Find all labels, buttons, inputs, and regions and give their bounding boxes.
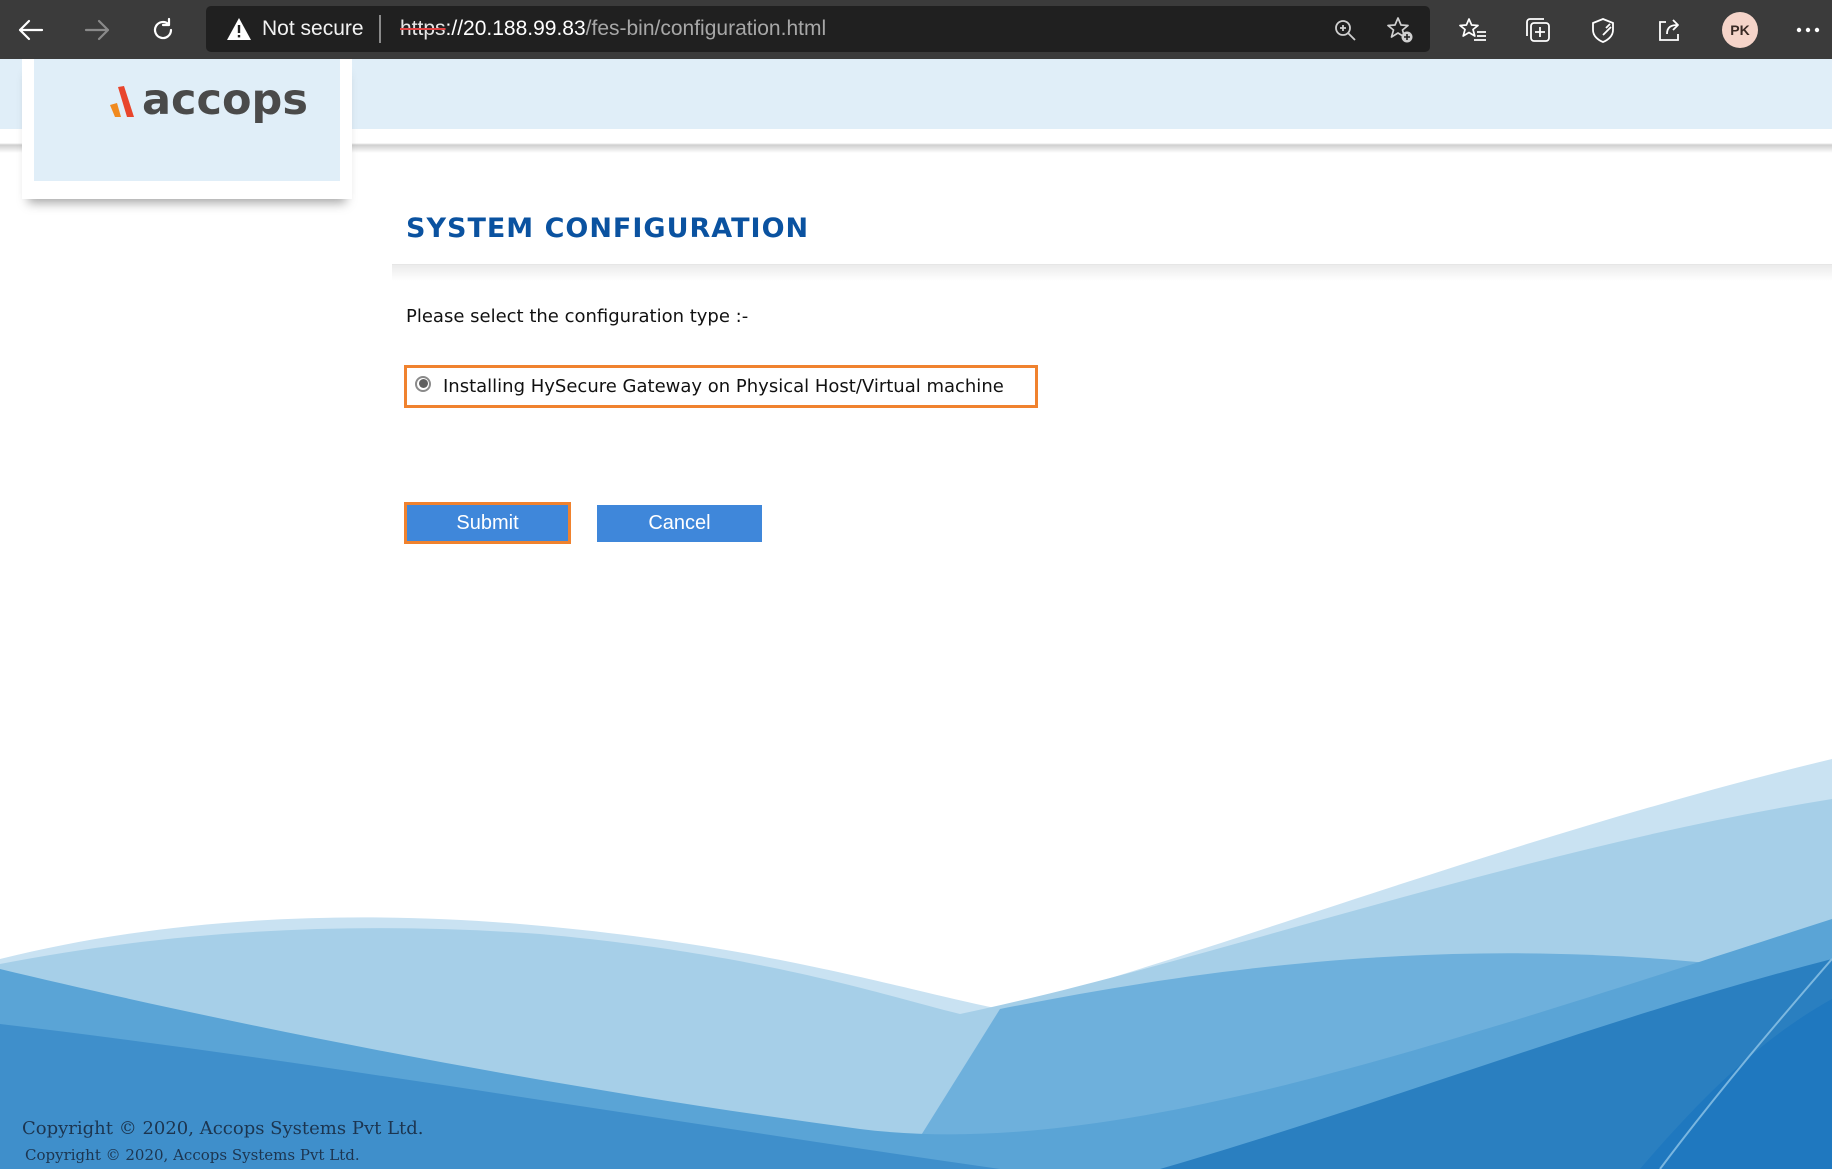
security-status[interactable]: Not secure bbox=[262, 17, 364, 41]
forward-icon[interactable] bbox=[77, 10, 117, 50]
browser-essentials-icon[interactable] bbox=[1585, 12, 1621, 48]
address-bar[interactable]: Not secure https://20.188.99.83/fes-bin/… bbox=[206, 6, 1430, 52]
back-icon[interactable] bbox=[11, 10, 51, 50]
collections-icon[interactable] bbox=[1520, 12, 1556, 48]
refresh-icon[interactable] bbox=[143, 10, 183, 50]
url-path: /fes-bin/configuration.html bbox=[585, 17, 827, 40]
favorites-icon[interactable] bbox=[1455, 12, 1491, 48]
url-scheme: https bbox=[400, 17, 446, 40]
zoom-icon[interactable] bbox=[1330, 15, 1360, 45]
more-menu-icon[interactable] bbox=[1790, 12, 1826, 48]
copyright-text-secondary: Copyright © 2020, Accops Systems Pvt Ltd… bbox=[25, 1146, 360, 1164]
url-host: ://20.188.99.83 bbox=[445, 17, 586, 40]
page-content: accops SYSTEM CONFIGURATION Please selec… bbox=[0, 59, 1832, 1169]
warning-icon bbox=[226, 17, 252, 45]
profile-avatar[interactable]: PK bbox=[1722, 12, 1758, 48]
share-icon[interactable] bbox=[1651, 12, 1687, 48]
wave-background bbox=[0, 759, 1832, 1169]
address-divider bbox=[379, 15, 381, 43]
url-text[interactable]: https://20.188.99.83/fes-bin/configurati… bbox=[400, 17, 826, 41]
copyright-text: Copyright © 2020, Accops Systems Pvt Ltd… bbox=[22, 1118, 424, 1139]
browser-toolbar: Not secure https://20.188.99.83/fes-bin/… bbox=[0, 0, 1832, 59]
add-favorite-icon[interactable] bbox=[1385, 15, 1415, 45]
